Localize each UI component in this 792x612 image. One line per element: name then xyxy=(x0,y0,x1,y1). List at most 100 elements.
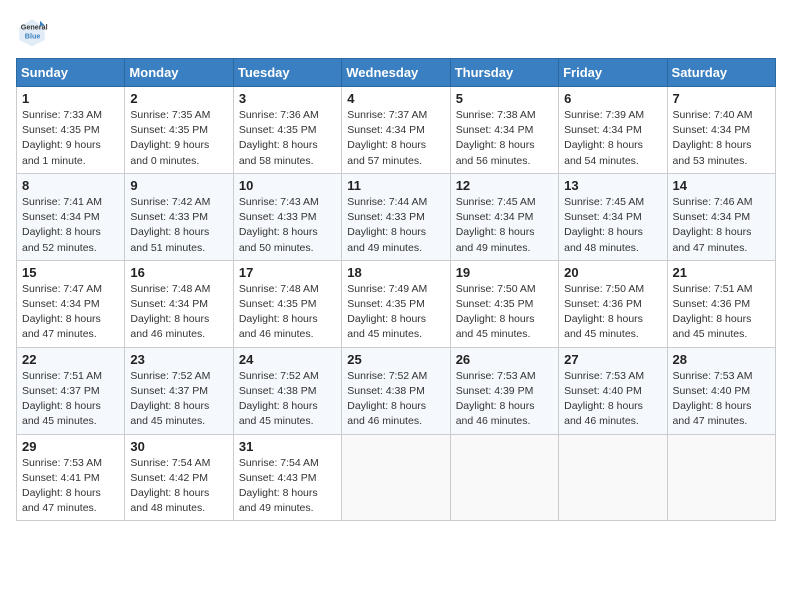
calendar-cell: 2 Sunrise: 7:35 AMSunset: 4:35 PMDayligh… xyxy=(125,87,233,174)
day-detail: Sunrise: 7:50 AMSunset: 4:36 PMDaylight:… xyxy=(564,283,644,341)
col-header-tuesday: Tuesday xyxy=(233,59,341,87)
calendar-cell: 26 Sunrise: 7:53 AMSunset: 4:39 PMDaylig… xyxy=(450,347,558,434)
calendar-cell: 6 Sunrise: 7:39 AMSunset: 4:34 PMDayligh… xyxy=(559,87,667,174)
calendar-cell: 22 Sunrise: 7:51 AMSunset: 4:37 PMDaylig… xyxy=(17,347,125,434)
day-detail: Sunrise: 7:51 AMSunset: 4:36 PMDaylight:… xyxy=(673,283,753,341)
day-number: 20 xyxy=(564,265,661,280)
day-detail: Sunrise: 7:45 AMSunset: 4:34 PMDaylight:… xyxy=(564,196,644,254)
day-detail: Sunrise: 7:49 AMSunset: 4:35 PMDaylight:… xyxy=(347,283,427,341)
calendar-cell: 15 Sunrise: 7:47 AMSunset: 4:34 PMDaylig… xyxy=(17,260,125,347)
calendar-cell: 25 Sunrise: 7:52 AMSunset: 4:38 PMDaylig… xyxy=(342,347,450,434)
col-header-monday: Monday xyxy=(125,59,233,87)
calendar-cell: 12 Sunrise: 7:45 AMSunset: 4:34 PMDaylig… xyxy=(450,173,558,260)
day-detail: Sunrise: 7:54 AMSunset: 4:42 PMDaylight:… xyxy=(130,457,210,515)
day-detail: Sunrise: 7:48 AMSunset: 4:34 PMDaylight:… xyxy=(130,283,210,341)
calendar-cell: 16 Sunrise: 7:48 AMSunset: 4:34 PMDaylig… xyxy=(125,260,233,347)
day-number: 21 xyxy=(673,265,770,280)
day-number: 24 xyxy=(239,352,336,367)
calendar-cell: 3 Sunrise: 7:36 AMSunset: 4:35 PMDayligh… xyxy=(233,87,341,174)
calendar-cell xyxy=(342,434,450,521)
day-number: 31 xyxy=(239,439,336,454)
day-number: 29 xyxy=(22,439,119,454)
day-number: 3 xyxy=(239,91,336,106)
col-header-sunday: Sunday xyxy=(17,59,125,87)
day-number: 1 xyxy=(22,91,119,106)
day-detail: Sunrise: 7:42 AMSunset: 4:33 PMDaylight:… xyxy=(130,196,210,254)
logo-icon: General Blue xyxy=(16,16,48,48)
day-number: 15 xyxy=(22,265,119,280)
day-detail: Sunrise: 7:41 AMSunset: 4:34 PMDaylight:… xyxy=(22,196,102,254)
calendar-cell: 11 Sunrise: 7:44 AMSunset: 4:33 PMDaylig… xyxy=(342,173,450,260)
page-header: General Blue xyxy=(16,16,776,48)
day-detail: Sunrise: 7:52 AMSunset: 4:37 PMDaylight:… xyxy=(130,370,210,428)
calendar-cell xyxy=(667,434,775,521)
day-detail: Sunrise: 7:52 AMSunset: 4:38 PMDaylight:… xyxy=(347,370,427,428)
calendar-cell: 9 Sunrise: 7:42 AMSunset: 4:33 PMDayligh… xyxy=(125,173,233,260)
day-detail: Sunrise: 7:53 AMSunset: 4:40 PMDaylight:… xyxy=(564,370,644,428)
day-number: 16 xyxy=(130,265,227,280)
day-detail: Sunrise: 7:47 AMSunset: 4:34 PMDaylight:… xyxy=(22,283,102,341)
day-detail: Sunrise: 7:36 AMSunset: 4:35 PMDaylight:… xyxy=(239,109,319,167)
svg-text:General: General xyxy=(21,23,48,32)
day-detail: Sunrise: 7:53 AMSunset: 4:41 PMDaylight:… xyxy=(22,457,102,515)
day-detail: Sunrise: 7:54 AMSunset: 4:43 PMDaylight:… xyxy=(239,457,319,515)
calendar-cell: 21 Sunrise: 7:51 AMSunset: 4:36 PMDaylig… xyxy=(667,260,775,347)
day-detail: Sunrise: 7:46 AMSunset: 4:34 PMDaylight:… xyxy=(673,196,753,254)
day-number: 26 xyxy=(456,352,553,367)
calendar-cell: 13 Sunrise: 7:45 AMSunset: 4:34 PMDaylig… xyxy=(559,173,667,260)
day-detail: Sunrise: 7:38 AMSunset: 4:34 PMDaylight:… xyxy=(456,109,536,167)
day-number: 8 xyxy=(22,178,119,193)
col-header-thursday: Thursday xyxy=(450,59,558,87)
calendar-cell: 18 Sunrise: 7:49 AMSunset: 4:35 PMDaylig… xyxy=(342,260,450,347)
calendar-cell: 5 Sunrise: 7:38 AMSunset: 4:34 PMDayligh… xyxy=(450,87,558,174)
day-detail: Sunrise: 7:39 AMSunset: 4:34 PMDaylight:… xyxy=(564,109,644,167)
day-detail: Sunrise: 7:48 AMSunset: 4:35 PMDaylight:… xyxy=(239,283,319,341)
day-detail: Sunrise: 7:43 AMSunset: 4:33 PMDaylight:… xyxy=(239,196,319,254)
day-number: 28 xyxy=(673,352,770,367)
col-header-wednesday: Wednesday xyxy=(342,59,450,87)
day-number: 22 xyxy=(22,352,119,367)
calendar-cell: 1 Sunrise: 7:33 AMSunset: 4:35 PMDayligh… xyxy=(17,87,125,174)
calendar-cell: 24 Sunrise: 7:52 AMSunset: 4:38 PMDaylig… xyxy=(233,347,341,434)
day-detail: Sunrise: 7:52 AMSunset: 4:38 PMDaylight:… xyxy=(239,370,319,428)
day-number: 27 xyxy=(564,352,661,367)
day-number: 30 xyxy=(130,439,227,454)
calendar-cell xyxy=(450,434,558,521)
calendar-cell: 31 Sunrise: 7:54 AMSunset: 4:43 PMDaylig… xyxy=(233,434,341,521)
calendar-cell: 19 Sunrise: 7:50 AMSunset: 4:35 PMDaylig… xyxy=(450,260,558,347)
calendar-cell: 10 Sunrise: 7:43 AMSunset: 4:33 PMDaylig… xyxy=(233,173,341,260)
day-number: 10 xyxy=(239,178,336,193)
day-detail: Sunrise: 7:51 AMSunset: 4:37 PMDaylight:… xyxy=(22,370,102,428)
day-number: 25 xyxy=(347,352,444,367)
calendar-cell: 27 Sunrise: 7:53 AMSunset: 4:40 PMDaylig… xyxy=(559,347,667,434)
calendar-cell: 23 Sunrise: 7:52 AMSunset: 4:37 PMDaylig… xyxy=(125,347,233,434)
day-number: 23 xyxy=(130,352,227,367)
calendar-cell: 8 Sunrise: 7:41 AMSunset: 4:34 PMDayligh… xyxy=(17,173,125,260)
calendar-cell: 7 Sunrise: 7:40 AMSunset: 4:34 PMDayligh… xyxy=(667,87,775,174)
calendar-table: SundayMondayTuesdayWednesdayThursdayFrid… xyxy=(16,58,776,521)
day-number: 11 xyxy=(347,178,444,193)
day-detail: Sunrise: 7:50 AMSunset: 4:35 PMDaylight:… xyxy=(456,283,536,341)
calendar-cell: 14 Sunrise: 7:46 AMSunset: 4:34 PMDaylig… xyxy=(667,173,775,260)
svg-text:Blue: Blue xyxy=(25,31,41,40)
day-number: 2 xyxy=(130,91,227,106)
logo: General Blue xyxy=(16,16,52,48)
day-detail: Sunrise: 7:53 AMSunset: 4:39 PMDaylight:… xyxy=(456,370,536,428)
day-number: 6 xyxy=(564,91,661,106)
day-detail: Sunrise: 7:33 AMSunset: 4:35 PMDaylight:… xyxy=(22,109,102,167)
calendar-cell: 29 Sunrise: 7:53 AMSunset: 4:41 PMDaylig… xyxy=(17,434,125,521)
calendar-cell: 28 Sunrise: 7:53 AMSunset: 4:40 PMDaylig… xyxy=(667,347,775,434)
day-detail: Sunrise: 7:35 AMSunset: 4:35 PMDaylight:… xyxy=(130,109,210,167)
col-header-saturday: Saturday xyxy=(667,59,775,87)
day-number: 4 xyxy=(347,91,444,106)
calendar-cell: 20 Sunrise: 7:50 AMSunset: 4:36 PMDaylig… xyxy=(559,260,667,347)
calendar-cell: 17 Sunrise: 7:48 AMSunset: 4:35 PMDaylig… xyxy=(233,260,341,347)
day-number: 5 xyxy=(456,91,553,106)
day-number: 7 xyxy=(673,91,770,106)
day-number: 13 xyxy=(564,178,661,193)
day-number: 18 xyxy=(347,265,444,280)
day-number: 9 xyxy=(130,178,227,193)
day-number: 19 xyxy=(456,265,553,280)
col-header-friday: Friday xyxy=(559,59,667,87)
day-number: 17 xyxy=(239,265,336,280)
